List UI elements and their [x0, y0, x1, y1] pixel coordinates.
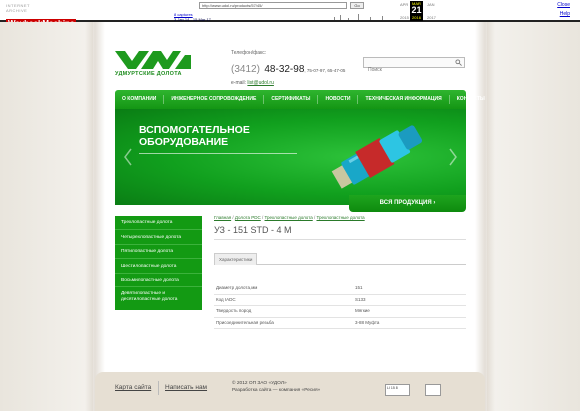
site-logo[interactable]: УДМУРТСКИЕ ДОЛОТА — [115, 51, 201, 79]
wayback-close-link[interactable]: Close — [557, 2, 570, 8]
footer-copyright: © 2012 ОП ЗАО «УДОЛ» Разработка сайта — … — [232, 380, 320, 394]
category-menu: Трехлопастные долота Четырехлопастные до… — [115, 216, 202, 310]
nav-item-tech-info[interactable]: ТЕХНИЧЕСКАЯ ИНФОРМАЦИЯ — [358, 95, 450, 104]
banner-next-icon[interactable] — [447, 147, 459, 167]
banner-title-line2: ОБОРУДОВАНИЕ — [139, 136, 229, 148]
tab-characteristics[interactable]: Характеристики — [214, 253, 258, 265]
main-nav: О КОМПАНИИ ИНЖЕНЕРНОЕ СОПРОВОЖДЕНИЕ СЕРТ… — [115, 90, 485, 109]
search-input[interactable] — [364, 65, 449, 75]
logo-text: УДМУРТСКИЕ ДОЛОТА — [115, 71, 182, 77]
tab-bar: Характеристики — [214, 253, 466, 265]
right-shadow — [475, 22, 495, 411]
spec-value: 151 — [355, 285, 363, 290]
wayback-calendar: APR MAR 21 2016 JAN 2015 2017 — [400, 1, 440, 21]
wayback-year-prev: 2015 — [400, 15, 409, 20]
left-shadow — [85, 22, 105, 411]
category-item-4-blade[interactable]: Четырехлопастные долота — [115, 230, 202, 245]
breadcrumb-subcategory[interactable]: Трехлопастные долота — [316, 215, 364, 220]
phone-row: (3412) 48-32-98, 75-07-97, 65-47-05 — [231, 59, 345, 77]
email-label: e-mail: — [231, 80, 248, 86]
all-products-button[interactable]: ВСЯ ПРОДУКЦИЯ › — [349, 195, 466, 212]
search-box — [363, 57, 465, 75]
phone-main: 48-32-98 — [264, 64, 305, 75]
spec-value: Мягкие — [355, 308, 370, 313]
table-row: Твердость пород Мягкие — [214, 306, 466, 318]
banner-prev-icon[interactable] — [122, 147, 134, 167]
phone-label: Телефон/факс: — [231, 50, 267, 56]
nav-item-contacts[interactable]: КОНТАКТЫ — [450, 95, 492, 104]
page-title: УЗ - 151 STD - 4 М — [214, 225, 292, 235]
email-link[interactable]: list@udol.ru — [247, 80, 273, 86]
spec-key: Твердость пород — [216, 308, 252, 313]
spec-value: S133 — [355, 296, 366, 302]
product-image — [331, 125, 423, 189]
nav-item-news[interactable]: НОВОСТИ — [318, 95, 359, 104]
hero-banner: ВСПОМОГАТЕЛЬНОЕ ОБОРУДОВАНИЕ — [115, 109, 466, 205]
wayback-year-cur: 2016 — [412, 15, 421, 20]
wayback-year-next: 2017 — [427, 15, 436, 20]
table-row: Код IADC S133 — [214, 295, 466, 306]
spec-value: 3-88 Муфта — [355, 319, 380, 325]
table-row: Диаметр долота,мм 151 — [214, 283, 466, 295]
liveinternet-counter[interactable]: LI 15 8 — [385, 384, 410, 396]
banner-underline — [139, 153, 297, 154]
copyright-line1: © 2012 ОП ЗАО «УДОЛ» — [232, 381, 287, 386]
wayback-captures: 8 captures 3 Jan 14 - 15 Mar 17 — [174, 12, 211, 22]
nav-item-about[interactable]: О КОМПАНИИ — [115, 95, 165, 104]
spec-key: Диаметр долота,мм — [216, 285, 258, 290]
spec-key: Присоединительная резьба — [216, 319, 274, 325]
banner-title: ВСПОМОГАТЕЛЬНОЕ ОБОРУДОВАНИЕ — [139, 124, 299, 148]
title-divider — [214, 239, 466, 240]
wayback-histogram[interactable] — [330, 12, 400, 20]
breadcrumb: Главная / Долота PDC / Трехлопастные дол… — [214, 215, 365, 220]
category-item-6-blade[interactable]: Шестилопастные долота — [115, 259, 202, 274]
breadcrumb-pdc[interactable]: Долота PDC — [235, 215, 261, 220]
footer: Карта сайта Написать нам © 2012 ОП ЗАО «… — [95, 372, 485, 411]
phone-extra: , 75-07-97, 65-47-05 — [304, 68, 346, 73]
nav-item-certificates[interactable]: СЕРТИФИКАТЫ — [264, 95, 319, 104]
category-item-8-blade[interactable]: Восьмилопастные долота — [115, 274, 202, 287]
breadcrumb-category[interactable]: Трехлопастные долота — [265, 215, 313, 220]
specs-table: Диаметр долота,мм 151 Код IADC S133 Твер… — [214, 283, 466, 329]
footer-divider — [158, 381, 159, 395]
sitemap-link[interactable]: Карта сайта — [115, 384, 151, 391]
wayback-url-input[interactable]: http://www.udol.ru/products/57/45/ — [199, 2, 347, 9]
table-row: Присоединительная резьба 3-88 Муфта — [214, 318, 466, 329]
wayback-toolbar: INTERNET ARCHIVE WaybackMachine http://w… — [0, 0, 580, 28]
header-contacts: Телефон/факс: (3412) 48-32-98, 75-07-97,… — [231, 50, 345, 86]
wayback-month-next[interactable]: JAN — [427, 2, 435, 7]
wayback-current-date: MAR 21 2016 — [410, 1, 423, 21]
banner-title-line1: ВСПОМОГАТЕЛЬНОЕ — [139, 124, 250, 136]
wayback-logo[interactable]: INTERNET ARCHIVE WaybackMachine — [6, 3, 77, 28]
copyright-line2: Разработка сайта — компания «Ресия» — [232, 388, 321, 393]
category-item-9-10-blade[interactable]: Девятилопастные и десятилопастные долота — [115, 287, 202, 310]
wayback-day: 21 — [411, 5, 422, 15]
search-icon[interactable] — [455, 59, 462, 66]
phone-code: (3412) — [231, 64, 260, 75]
wayback-month-prev[interactable]: APR — [400, 2, 408, 7]
wayback-logo-top: INTERNET ARCHIVE — [6, 3, 30, 13]
breadcrumb-home[interactable]: Главная — [214, 215, 231, 220]
email-row: e-mail: list@udol.ru — [231, 80, 345, 86]
category-item-3-blade[interactable]: Трехлопастные долота — [115, 216, 202, 230]
wayback-go-button[interactable]: Go — [350, 2, 364, 9]
stats-counter[interactable] — [425, 384, 441, 396]
wayback-help-link[interactable]: Help — [560, 11, 570, 17]
write-us-link[interactable]: Написать нам — [165, 384, 207, 391]
category-item-5-blade[interactable]: Пятилопастные долота — [115, 245, 202, 259]
logo-mark-icon — [115, 51, 191, 69]
spec-key: Код IADC — [216, 296, 236, 302]
nav-item-engineering[interactable]: ИНЖЕНЕРНОЕ СОПРОВОЖДЕНИЕ — [164, 95, 265, 104]
